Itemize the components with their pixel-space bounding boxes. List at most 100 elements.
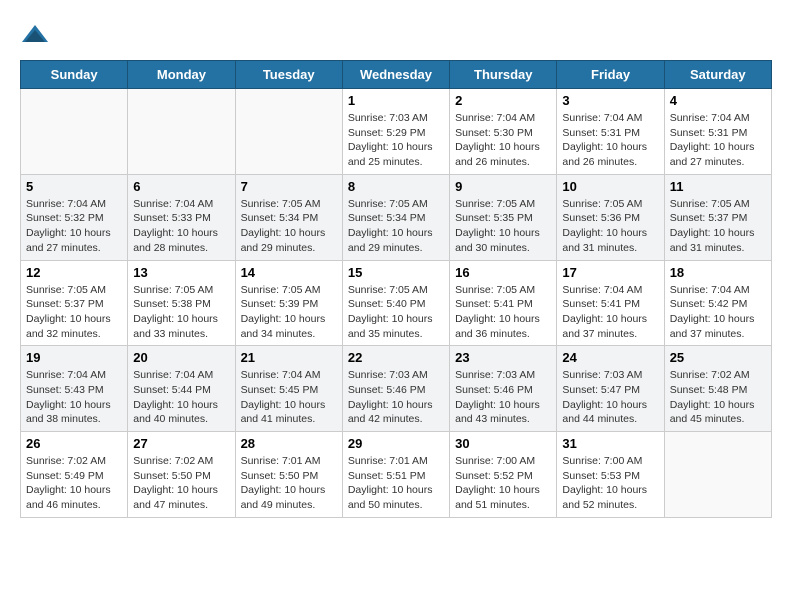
- day-number: 16: [455, 265, 551, 280]
- day-header-friday: Friday: [557, 61, 664, 89]
- day-info: Sunrise: 7:05 AM Sunset: 5:40 PM Dayligh…: [348, 283, 444, 342]
- calendar-cell: 18 Sunrise: 7:04 AM Sunset: 5:42 PM Dayli…: [664, 260, 771, 346]
- calendar-cell: [128, 89, 235, 175]
- day-info: Sunrise: 7:03 AM Sunset: 5:46 PM Dayligh…: [348, 368, 444, 427]
- calendar-cell: 21 Sunrise: 7:04 AM Sunset: 5:45 PM Dayli…: [235, 346, 342, 432]
- day-info: Sunrise: 7:00 AM Sunset: 5:52 PM Dayligh…: [455, 454, 551, 513]
- day-info: Sunrise: 7:04 AM Sunset: 5:43 PM Dayligh…: [26, 368, 122, 427]
- day-info: Sunrise: 7:04 AM Sunset: 5:41 PM Dayligh…: [562, 283, 658, 342]
- day-number: 7: [241, 179, 337, 194]
- day-number: 3: [562, 93, 658, 108]
- day-info: Sunrise: 7:03 AM Sunset: 5:29 PM Dayligh…: [348, 111, 444, 170]
- day-info: Sunrise: 7:05 AM Sunset: 5:37 PM Dayligh…: [26, 283, 122, 342]
- calendar-cell: 2Sunrise: 7:04 AM Sunset: 5:30 PM Daylig…: [450, 89, 557, 175]
- day-info: Sunrise: 7:02 AM Sunset: 5:48 PM Dayligh…: [670, 368, 766, 427]
- logo-icon: [20, 20, 50, 50]
- day-number: 5: [26, 179, 122, 194]
- calendar-cell: 16 Sunrise: 7:05 AM Sunset: 5:41 PM Dayli…: [450, 260, 557, 346]
- calendar-cell: 24Sunrise: 7:03 AM Sunset: 5:47 PM Dayli…: [557, 346, 664, 432]
- calendar-cell: 6 Sunrise: 7:04 AM Sunset: 5:33 PM Daylig…: [128, 174, 235, 260]
- day-number: 15: [348, 265, 444, 280]
- calendar-table: SundayMondayTuesdayWednesdayThursdayFrid…: [20, 60, 772, 518]
- day-info: Sunrise: 7:04 AM Sunset: 5:32 PM Dayligh…: [26, 197, 122, 256]
- calendar-cell: 5 Sunrise: 7:04 AM Sunset: 5:32 PM Daylig…: [21, 174, 128, 260]
- day-number: 2: [455, 93, 551, 108]
- calendar-cell: [21, 89, 128, 175]
- day-number: 13: [133, 265, 229, 280]
- calendar-cell: 13 Sunrise: 7:05 AM Sunset: 5:38 PM Dayli…: [128, 260, 235, 346]
- page-header: [20, 20, 772, 50]
- day-header-wednesday: Wednesday: [342, 61, 449, 89]
- day-number: 29: [348, 436, 444, 451]
- day-number: 11: [670, 179, 766, 194]
- day-number: 1: [348, 93, 444, 108]
- day-info: Sunrise: 7:05 AM Sunset: 5:36 PM Dayligh…: [562, 197, 658, 256]
- day-header-thursday: Thursday: [450, 61, 557, 89]
- day-header-tuesday: Tuesday: [235, 61, 342, 89]
- calendar-cell: 27 Sunrise: 7:02 AM Sunset: 5:50 PM Dayli…: [128, 432, 235, 518]
- day-info: Sunrise: 7:05 AM Sunset: 5:39 PM Dayligh…: [241, 283, 337, 342]
- calendar-cell: 11 Sunrise: 7:05 AM Sunset: 5:37 PM Dayli…: [664, 174, 771, 260]
- day-info: Sunrise: 7:04 AM Sunset: 5:42 PM Dayligh…: [670, 283, 766, 342]
- day-number: 12: [26, 265, 122, 280]
- day-info: Sunrise: 7:01 AM Sunset: 5:51 PM Dayligh…: [348, 454, 444, 513]
- day-number: 21: [241, 350, 337, 365]
- day-number: 23: [455, 350, 551, 365]
- day-number: 18: [670, 265, 766, 280]
- day-info: Sunrise: 7:03 AM Sunset: 5:47 PM Dayligh…: [562, 368, 658, 427]
- day-number: 17: [562, 265, 658, 280]
- calendar-cell: 25 Sunrise: 7:02 AM Sunset: 5:48 PM Dayli…: [664, 346, 771, 432]
- day-info: Sunrise: 7:05 AM Sunset: 5:38 PM Dayligh…: [133, 283, 229, 342]
- day-header-monday: Monday: [128, 61, 235, 89]
- calendar-week-5: 26Sunrise: 7:02 AM Sunset: 5:49 PM Dayli…: [21, 432, 772, 518]
- calendar-cell: 3Sunrise: 7:04 AM Sunset: 5:31 PM Daylig…: [557, 89, 664, 175]
- calendar-cell: 28 Sunrise: 7:01 AM Sunset: 5:50 PM Dayli…: [235, 432, 342, 518]
- day-header-sunday: Sunday: [21, 61, 128, 89]
- calendar-cell: 31 Sunrise: 7:00 AM Sunset: 5:53 PM Dayli…: [557, 432, 664, 518]
- day-info: Sunrise: 7:04 AM Sunset: 5:31 PM Dayligh…: [670, 111, 766, 170]
- calendar-cell: 17 Sunrise: 7:04 AM Sunset: 5:41 PM Dayli…: [557, 260, 664, 346]
- calendar-cell: 12 Sunrise: 7:05 AM Sunset: 5:37 PM Dayli…: [21, 260, 128, 346]
- day-number: 31: [562, 436, 658, 451]
- day-number: 6: [133, 179, 229, 194]
- calendar-cell: [235, 89, 342, 175]
- calendar-header-row: SundayMondayTuesdayWednesdayThursdayFrid…: [21, 61, 772, 89]
- day-number: 14: [241, 265, 337, 280]
- day-info: Sunrise: 7:04 AM Sunset: 5:45 PM Dayligh…: [241, 368, 337, 427]
- calendar-week-2: 5 Sunrise: 7:04 AM Sunset: 5:32 PM Daylig…: [21, 174, 772, 260]
- calendar-cell: 19Sunrise: 7:04 AM Sunset: 5:43 PM Dayli…: [21, 346, 128, 432]
- calendar-cell: 26Sunrise: 7:02 AM Sunset: 5:49 PM Dayli…: [21, 432, 128, 518]
- day-info: Sunrise: 7:05 AM Sunset: 5:41 PM Dayligh…: [455, 283, 551, 342]
- calendar-cell: 20Sunrise: 7:04 AM Sunset: 5:44 PM Dayli…: [128, 346, 235, 432]
- day-number: 30: [455, 436, 551, 451]
- day-info: Sunrise: 7:05 AM Sunset: 5:34 PM Dayligh…: [348, 197, 444, 256]
- day-info: Sunrise: 7:05 AM Sunset: 5:37 PM Dayligh…: [670, 197, 766, 256]
- calendar-cell: 30 Sunrise: 7:00 AM Sunset: 5:52 PM Dayli…: [450, 432, 557, 518]
- calendar-cell: 8Sunrise: 7:05 AM Sunset: 5:34 PM Daylig…: [342, 174, 449, 260]
- day-info: Sunrise: 7:05 AM Sunset: 5:34 PM Dayligh…: [241, 197, 337, 256]
- day-number: 10: [562, 179, 658, 194]
- day-info: Sunrise: 7:04 AM Sunset: 5:44 PM Dayligh…: [133, 368, 229, 427]
- calendar-cell: 14 Sunrise: 7:05 AM Sunset: 5:39 PM Dayli…: [235, 260, 342, 346]
- day-number: 22: [348, 350, 444, 365]
- day-info: Sunrise: 7:05 AM Sunset: 5:35 PM Dayligh…: [455, 197, 551, 256]
- day-number: 27: [133, 436, 229, 451]
- day-info: Sunrise: 7:00 AM Sunset: 5:53 PM Dayligh…: [562, 454, 658, 513]
- day-number: 26: [26, 436, 122, 451]
- day-number: 9: [455, 179, 551, 194]
- calendar-week-4: 19Sunrise: 7:04 AM Sunset: 5:43 PM Dayli…: [21, 346, 772, 432]
- day-info: Sunrise: 7:04 AM Sunset: 5:33 PM Dayligh…: [133, 197, 229, 256]
- day-info: Sunrise: 7:02 AM Sunset: 5:50 PM Dayligh…: [133, 454, 229, 513]
- day-number: 25: [670, 350, 766, 365]
- day-info: Sunrise: 7:01 AM Sunset: 5:50 PM Dayligh…: [241, 454, 337, 513]
- calendar-cell: 23Sunrise: 7:03 AM Sunset: 5:46 PM Dayli…: [450, 346, 557, 432]
- day-number: 4: [670, 93, 766, 108]
- calendar-cell: 15 Sunrise: 7:05 AM Sunset: 5:40 PM Dayli…: [342, 260, 449, 346]
- logo: [20, 20, 52, 50]
- day-header-saturday: Saturday: [664, 61, 771, 89]
- calendar-cell: 7 Sunrise: 7:05 AM Sunset: 5:34 PM Daylig…: [235, 174, 342, 260]
- calendar-cell: 9 Sunrise: 7:05 AM Sunset: 5:35 PM Daylig…: [450, 174, 557, 260]
- day-number: 28: [241, 436, 337, 451]
- calendar-cell: 4 Sunrise: 7:04 AM Sunset: 5:31 PM Daylig…: [664, 89, 771, 175]
- calendar-cell: 22 Sunrise: 7:03 AM Sunset: 5:46 PM Dayli…: [342, 346, 449, 432]
